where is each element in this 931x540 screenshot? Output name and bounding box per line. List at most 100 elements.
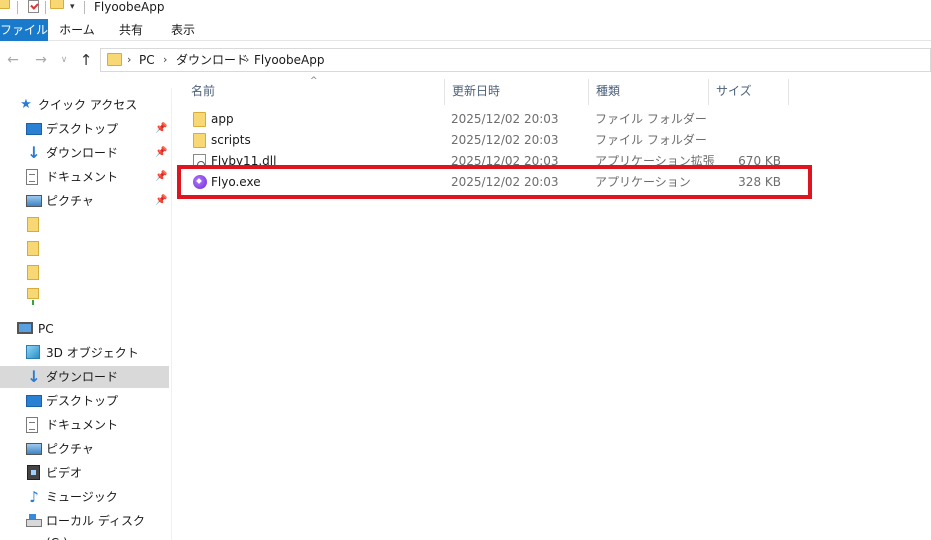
file-type: アプリケーション拡張 xyxy=(595,154,715,168)
folder-icon[interactable] xyxy=(0,0,10,9)
dll-file-icon xyxy=(193,154,206,169)
file-row[interactable]: app 2025/12/02 20:03 ファイル フォルダー xyxy=(183,109,823,130)
file-name: Flyby11.dll xyxy=(211,154,277,168)
drive-icon xyxy=(26,514,42,527)
nav-qa-documents-label: ドキュメント xyxy=(46,170,119,184)
nav-qa-pictures-label: ピクチャ xyxy=(46,194,94,208)
nav-pc-videos[interactable]: ビデオ xyxy=(0,462,169,484)
column-header-date[interactable]: 更新日時 xyxy=(444,79,589,105)
file-date: 2025/12/02 20:03 xyxy=(451,175,559,189)
nav-qa-folder[interactable] xyxy=(0,238,169,260)
file-row[interactable]: Flyo.exe 2025/12/02 20:03 アプリケーション 328 K… xyxy=(183,172,823,193)
nav-pc-music-label: ミュージック xyxy=(46,490,118,504)
nav-pc-desktop-label: デスクトップ xyxy=(46,394,119,408)
pin-icon[interactable]: 📌 xyxy=(155,118,167,140)
file-date: 2025/12/02 20:03 xyxy=(451,112,559,126)
document-icon xyxy=(26,169,38,185)
breadcrumb-downloads[interactable]: ダウンロード xyxy=(176,52,248,68)
file-name: scripts xyxy=(211,133,251,147)
nav-qa-pictures[interactable]: ピクチャ 📌 xyxy=(0,190,169,212)
nav-pc-3d-objects[interactable]: 3D オブジェクト xyxy=(0,342,169,364)
column-header-size[interactable]: サイズ xyxy=(708,79,789,105)
address-bar[interactable]: › PC › ダウンロード › FlyoobeApp xyxy=(100,48,931,72)
column-header-name[interactable]: 名前 xyxy=(183,79,445,105)
file-name: Flyo.exe xyxy=(211,175,261,189)
pin-icon[interactable]: 📌 xyxy=(155,142,167,164)
nav-pc-documents-label: ドキュメント xyxy=(46,418,119,432)
nav-pc-pictures-label: ピクチャ xyxy=(46,442,94,456)
folder-icon xyxy=(27,265,39,280)
pictures-icon xyxy=(26,195,42,207)
pin-icon[interactable]: 📌 xyxy=(155,166,167,188)
file-name: app xyxy=(211,112,234,126)
tab-view[interactable]: 表示 xyxy=(168,19,198,41)
file-size: 328 KB xyxy=(738,175,781,189)
breadcrumb-separator-icon[interactable]: › xyxy=(245,52,249,68)
folder-icon xyxy=(107,53,122,66)
nav-quick-access-label: クイック アクセス xyxy=(38,98,138,112)
folder-icon xyxy=(193,112,206,127)
exe-app-icon xyxy=(193,175,207,189)
quick-access-dropdown-icon[interactable]: ▾ xyxy=(70,2,78,12)
nav-pc-local-disk-label: ローカル ディスク (C:) xyxy=(46,514,145,540)
column-header-type[interactable]: 種類 xyxy=(588,79,709,105)
tab-home[interactable]: ホーム xyxy=(58,19,96,41)
file-type: ファイル フォルダー xyxy=(595,133,707,147)
download-arrow-icon: ↓ xyxy=(27,367,41,386)
file-date: 2025/12/02 20:03 xyxy=(451,154,559,168)
up-arrow-icon[interactable]: ↑ xyxy=(77,50,95,70)
nav-qa-downloads[interactable]: ↓ ダウンロード 📌 xyxy=(0,142,169,164)
new-folder-icon[interactable] xyxy=(50,0,64,9)
desktop-icon xyxy=(26,123,42,135)
file-type: ファイル フォルダー xyxy=(595,112,707,126)
nav-qa-documents[interactable]: ドキュメント 📌 xyxy=(0,166,169,188)
computer-icon xyxy=(17,322,33,334)
nav-qa-desktop-label: デスクトップ xyxy=(46,122,119,136)
nav-pc-pictures[interactable]: ピクチャ xyxy=(0,438,169,460)
breadcrumb-separator-icon[interactable]: › xyxy=(127,52,131,68)
properties-check-icon[interactable] xyxy=(28,0,39,13)
music-note-icon: ♪ xyxy=(29,488,39,506)
folder-icon xyxy=(27,217,39,232)
navigation-bar: ← → ∨ ↑ › PC › ダウンロード › FlyoobeApp xyxy=(0,44,931,76)
film-icon xyxy=(27,465,40,480)
toolbar-divider xyxy=(45,1,46,14)
nav-pc[interactable]: PC xyxy=(0,318,169,340)
nav-pc-music[interactable]: ♪ ミュージック xyxy=(0,486,169,508)
file-list: ^ 名前 更新日時 種類 サイズ app 2025/12/02 20:03 ファ… xyxy=(173,76,931,540)
recent-locations-chevron-icon[interactable]: ∨ xyxy=(58,50,70,70)
nav-qa-network-folder[interactable] xyxy=(0,286,169,308)
star-icon: ★ xyxy=(20,97,32,112)
nav-qa-desktop[interactable]: デスクトップ 📌 xyxy=(0,118,169,140)
file-type: アプリケーション xyxy=(595,175,691,189)
nav-pc-documents[interactable]: ドキュメント xyxy=(0,414,169,436)
breadcrumb-separator-icon[interactable]: › xyxy=(163,52,167,68)
nav-pc-local-disk[interactable]: ローカル ディスク (C:) xyxy=(0,510,169,540)
pin-icon[interactable]: 📌 xyxy=(155,190,167,212)
tab-file[interactable]: ファイル xyxy=(0,19,48,41)
navigation-pane: ★ クイック アクセス デスクトップ 📌 ↓ ダウンロード 📌 ドキュメント 📌… xyxy=(0,88,172,540)
ribbon-tabs: ファイル ホーム 共有 表示 xyxy=(0,19,931,41)
nav-qa-downloads-label: ダウンロード xyxy=(46,146,119,160)
nav-pc-label: PC xyxy=(38,322,54,336)
back-arrow-icon[interactable]: ← xyxy=(4,50,22,70)
file-row[interactable]: Flyby11.dll 2025/12/02 20:03 アプリケーション拡張 … xyxy=(183,151,823,172)
forward-arrow-icon[interactable]: → xyxy=(32,50,50,70)
nav-pc-3d-objects-label: 3D オブジェクト xyxy=(46,346,139,360)
tab-share[interactable]: 共有 xyxy=(116,19,146,41)
breadcrumb-pc[interactable]: PC xyxy=(139,52,155,68)
desktop-icon xyxy=(26,395,42,407)
file-row[interactable]: scripts 2025/12/02 20:03 ファイル フォルダー xyxy=(183,130,823,151)
document-icon xyxy=(26,417,38,433)
window-title: FlyoobeApp xyxy=(94,0,165,14)
network-folder-icon xyxy=(27,288,39,305)
nav-qa-folder[interactable] xyxy=(0,262,169,284)
file-size: 670 KB xyxy=(738,154,781,168)
nav-pc-desktop[interactable]: デスクトップ xyxy=(0,390,169,412)
breadcrumb-flyoobeapp[interactable]: FlyoobeApp xyxy=(254,52,324,68)
nav-quick-access[interactable]: ★ クイック アクセス xyxy=(0,94,169,116)
file-date: 2025/12/02 20:03 xyxy=(451,133,559,147)
nav-pc-downloads[interactable]: ↓ ダウンロード xyxy=(0,366,169,388)
folder-icon xyxy=(193,133,206,148)
nav-qa-folder[interactable] xyxy=(0,214,169,236)
